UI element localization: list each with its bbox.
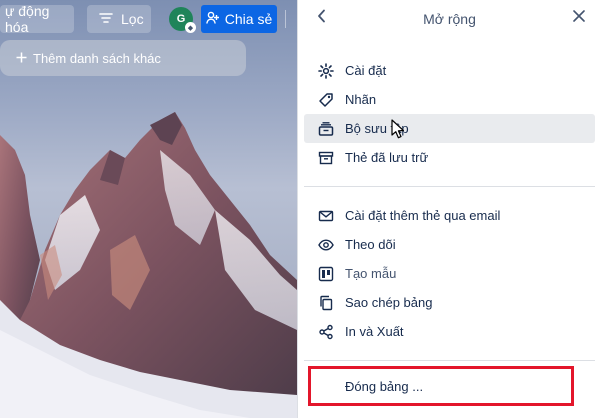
menu-item-collection[interactable]: Bộ sưu tập [304,114,595,143]
menu-item-labels[interactable]: Nhãn [304,85,595,114]
menu-item-label: Cài đặt thêm thẻ qua email [345,208,501,223]
share-label: Chia sẻ [224,11,273,27]
automation-button[interactable]: ự động hóa [0,3,74,35]
menu-item-label: Cài đặt [345,63,387,78]
automation-label: ự động hóa [5,3,50,35]
add-user-icon [205,11,220,28]
filter-button[interactable]: Lọc [87,5,151,33]
menu-item-label: Sao chép bảng [345,295,433,310]
menu-item-label: Nhãn [345,92,377,107]
close-board-button[interactable]: Đóng bảng ... [308,366,574,406]
copy-icon [318,295,334,311]
close-board-label: Đóng bảng ... [345,378,424,394]
eye-icon [318,237,334,253]
panel-header: Mở rộng [298,0,601,38]
avatar-initial: G [176,13,186,25]
board-background: ự động hóa Lọc G ◆ Chia sẻ Thêm danh sác… [0,0,297,418]
archive-icon [318,150,334,166]
close-button[interactable] [569,8,589,28]
menu-group-board: Cài đặt Nhãn Bộ sưu tập Thẻ đã lưu trữ [298,38,601,186]
menu-item-label: Thẻ đã lưu trữ [345,150,429,165]
panel-title: Mở rộng [423,11,476,27]
mouse-pointer-icon [390,119,406,146]
plus-icon [16,51,27,66]
menu-item-make-template[interactable]: Tạo mẫu [304,259,595,288]
menu-item-label: Tạo mẫu [345,266,397,281]
menu-item-email-settings[interactable]: Cài đặt thêm thẻ qua email [304,201,595,230]
menu-item-print-export[interactable]: In và Xuất [304,317,595,346]
collection-icon [318,121,334,137]
gear-icon [318,62,334,79]
menu-divider [304,360,595,361]
avatar[interactable]: G ◆ [169,7,196,33]
share-button[interactable]: Chia sẻ [201,5,277,33]
add-list-label: Thêm danh sách khác [33,50,161,66]
share-icon [318,324,334,340]
admin-badge-icon: ◆ [185,22,196,33]
menu-group-actions: Cài đặt thêm thẻ qua email Theo dõi Tạo … [298,187,601,360]
menu-item-watch[interactable]: Theo dõi [304,230,595,259]
board-menu-panel: Mở rộng Cài đặt Nhãn Bộ sưu tập Thẻ đã l… [297,0,601,418]
menu-item-copy-board[interactable]: Sao chép bảng [304,288,595,317]
menu-item-label: In và Xuất [345,324,404,339]
filter-icon [99,11,113,28]
menu-item-archived-cards[interactable]: Thẻ đã lưu trữ [304,143,595,172]
close-icon [573,9,585,27]
menu-item-label: Theo dõi [345,237,396,252]
toolbar-divider [285,10,286,28]
label-icon [318,92,334,108]
filter-label: Lọc [121,11,144,27]
menu-item-settings[interactable]: Cài đặt [304,56,595,85]
add-list-button[interactable]: Thêm danh sách khác [0,40,246,76]
template-icon [318,266,334,282]
email-icon [318,208,334,224]
